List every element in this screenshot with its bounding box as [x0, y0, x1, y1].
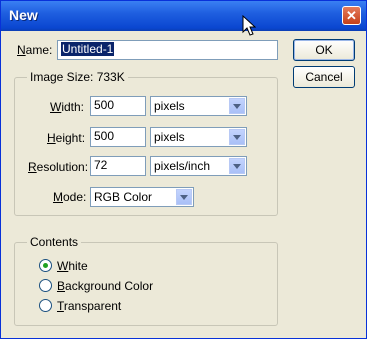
mode-select[interactable]: RGB Color: [90, 187, 194, 207]
resolution-input[interactable]: 72: [90, 156, 146, 176]
window-title: New: [9, 7, 38, 23]
name-label: Name:: [17, 43, 53, 57]
close-button[interactable]: ✕: [342, 6, 361, 25]
height-label: Height:: [47, 131, 86, 145]
width-unit-value: pixels: [154, 99, 185, 113]
image-size-legend: Image Size: 733K: [27, 70, 128, 84]
radio-label[interactable]: White: [57, 259, 88, 273]
title-bar[interactable]: New ✕: [1, 1, 366, 31]
radio-button[interactable]: [39, 259, 52, 272]
width-input[interactable]: 500: [90, 96, 146, 116]
new-document-dialog: New ✕ Name: Untitled-1 OK Cancel Image S…: [0, 0, 367, 339]
resolution-unit-value: pixels/inch: [154, 159, 211, 173]
mouse-cursor-icon: [242, 15, 256, 36]
chevron-down-icon[interactable]: [229, 158, 245, 174]
name-input[interactable]: Untitled-1: [57, 40, 278, 60]
mode-label: Mode:: [53, 190, 87, 204]
radio-button[interactable]: [39, 299, 52, 312]
radio-label[interactable]: Transparent: [57, 299, 121, 313]
resolution-unit-select[interactable]: pixels/inch: [150, 156, 247, 176]
ok-button[interactable]: OK: [293, 39, 355, 61]
resolution-label: Resolution:: [28, 160, 89, 174]
contents-legend: Contents: [27, 235, 82, 249]
cancel-button[interactable]: Cancel: [293, 66, 355, 88]
mode-value: RGB Color: [94, 190, 153, 204]
height-unit-select[interactable]: pixels: [150, 127, 247, 147]
name-value: Untitled-1: [61, 42, 115, 56]
chevron-down-icon[interactable]: [229, 98, 245, 114]
radio-button[interactable]: [39, 279, 52, 292]
height-input[interactable]: 500: [90, 127, 146, 147]
width-label: Width:: [50, 100, 85, 114]
radio-label[interactable]: Background Color: [57, 279, 153, 293]
height-unit-value: pixels: [154, 130, 185, 144]
chevron-down-icon[interactable]: [229, 129, 245, 145]
width-unit-select[interactable]: pixels: [150, 96, 247, 116]
chevron-down-icon[interactable]: [176, 189, 192, 205]
